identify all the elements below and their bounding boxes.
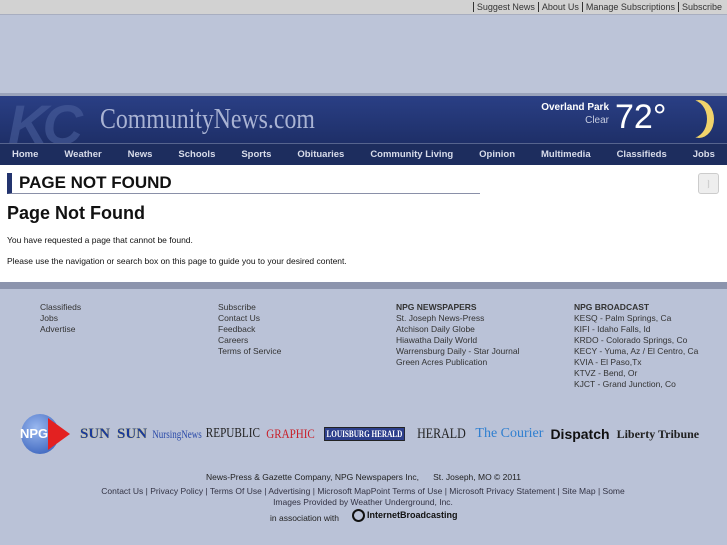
microsoft-privacy-link[interactable]: Microsoft Privacy Statement [449, 486, 555, 496]
manage-subscriptions-link[interactable]: Manage Subscriptions [581, 2, 678, 12]
dispatch-logo[interactable]: Dispatch [550, 426, 609, 442]
site-header: KC CommunityNews.com Overland Park Clear… [0, 93, 727, 156]
nursing-news-logo[interactable]: NursingNews [152, 427, 202, 442]
footer-link[interactable]: Warrensburg Daily - Star Journal [396, 346, 519, 357]
footer-col-newspapers: NPG NEWSPAPERS St. Joseph News-Press Atc… [396, 302, 519, 368]
footer-link[interactable]: KJCT - Grand Junction, Co [574, 379, 698, 390]
main-content: PAGE NOT FOUND ⧘ Page Not Found You have… [0, 165, 727, 282]
nav-multimedia[interactable]: Multimedia [541, 149, 591, 160]
weather-condition: Clear [585, 115, 609, 126]
footer-link[interactable]: Contact Us [218, 313, 281, 324]
louisburg-herald-logo[interactable]: LOUISBURG HERALD [323, 427, 405, 441]
sun-logo[interactable]: SUN [117, 426, 147, 443]
help-message: Please use the navigation or search box … [7, 256, 347, 266]
footer-link[interactable]: Advertise [40, 324, 81, 335]
publication-logos: NPG SUN SUN NursingNews REPUBLIC GRAPHIC… [18, 408, 718, 460]
sun-logo[interactable]: SUN [80, 426, 110, 443]
footer-divider [0, 282, 727, 289]
nav-news[interactable]: News [128, 149, 153, 160]
contact-us-link[interactable]: Contact Us [101, 486, 143, 496]
nav-weather[interactable]: Weather [64, 149, 101, 160]
footer-link[interactable]: Atchison Daily Globe [396, 324, 519, 335]
footer-heading: NPG BROADCAST [574, 302, 650, 312]
weather-location[interactable]: Overland Park [541, 102, 609, 113]
the-courier-logo[interactable]: The Courier [475, 426, 543, 442]
nav-classifieds[interactable]: Classifieds [617, 149, 667, 160]
footer-link[interactable]: Feedback [218, 324, 281, 335]
copyright: News-Press & Gazette Company, NPG Newspa… [206, 472, 521, 482]
footer-col-1: Classifieds Jobs Advertise [40, 302, 81, 335]
footer-col-2: Subscribe Contact Us Feedback Careers Te… [218, 302, 281, 357]
footer-link[interactable]: Hiawatha Daily World [396, 335, 519, 346]
footer-link[interactable]: Classifieds [40, 302, 81, 313]
footer-col-broadcast: NPG BROADCAST KESQ - Palm Springs, Ca KI… [574, 302, 698, 390]
footer-link[interactable]: KVIA - El Paso,Tx [574, 357, 698, 368]
nav-obituaries[interactable]: Obituaries [297, 149, 344, 160]
terms-of-use-link[interactable]: Terms Of Use [210, 486, 262, 496]
subscribe-link[interactable]: Subscribe [677, 2, 725, 12]
legal-links: Contact Us | Privacy Policy | Terms Of U… [101, 486, 625, 507]
nav-jobs[interactable]: Jobs [693, 149, 715, 160]
ad-banner [0, 15, 727, 93]
republic-logo[interactable]: REPUBLIC [206, 426, 260, 442]
weather-temperature[interactable]: 72° [615, 98, 666, 137]
privacy-policy-link[interactable]: Privacy Policy [150, 486, 203, 496]
nav-home[interactable]: Home [12, 149, 38, 160]
mappoint-terms-link[interactable]: Microsoft MapPoint Terms of Use [317, 486, 442, 496]
crescent-moon-icon [684, 100, 714, 138]
footer-link[interactable]: KIFI - Idaho Falls, Id [574, 324, 698, 335]
footer-link[interactable]: KECY - Yuma, Az / El Centro, Ca [574, 346, 698, 357]
suggest-news-link[interactable]: Suggest News [472, 2, 538, 12]
footer-link[interactable]: Careers [218, 335, 281, 346]
about-us-link[interactable]: About Us [537, 2, 582, 12]
site-map-link[interactable]: Site Map [562, 486, 596, 496]
footer-link[interactable]: KESQ - Palm Springs, Ca [574, 313, 698, 324]
footer-link[interactable]: Terms of Service [218, 346, 281, 357]
nav-opinion[interactable]: Opinion [479, 149, 515, 160]
main-nav: Home Weather News Schools Sports Obituar… [0, 143, 727, 165]
association-label: in association with [270, 513, 339, 523]
footer-link[interactable]: St. Joseph News-Press [396, 313, 519, 324]
ib-icon [352, 509, 365, 522]
graphic-logo[interactable]: GRAPHIC [266, 426, 315, 442]
footer-heading: NPG NEWSPAPERS [396, 302, 477, 312]
footer-link[interactable]: KTVZ - Bend, Or [574, 368, 698, 379]
nav-schools[interactable]: Schools [178, 149, 215, 160]
nav-community-living[interactable]: Community Living [370, 149, 453, 160]
internet-broadcasting-logo[interactable]: InternetBroadcasting [352, 509, 458, 522]
footer-link[interactable]: Subscribe [218, 302, 281, 313]
section-title: PAGE NOT FOUND [7, 173, 480, 194]
liberty-tribune-logo[interactable]: Liberty Tribune [617, 427, 700, 442]
page-heading: Page Not Found [7, 203, 145, 223]
footer-link[interactable]: Jobs [40, 313, 81, 324]
herald-logo[interactable]: HERALD [417, 426, 466, 443]
utility-bar: Suggest News About Us Manage Subscriptions… [0, 0, 727, 15]
footer-link[interactable]: Green Acres Publication [396, 357, 519, 368]
nav-sports[interactable]: Sports [241, 149, 271, 160]
site-logo[interactable]: CommunityNews.com [100, 104, 315, 136]
rss-icon[interactable]: ⧘ [698, 173, 719, 194]
footer-link[interactable]: KRDO - Colorado Springs, Co [574, 335, 698, 346]
npg-logo[interactable]: NPG [18, 408, 73, 460]
error-message: You have requested a page that cannot be… [7, 235, 193, 245]
advertising-link[interactable]: Advertising [268, 486, 310, 496]
